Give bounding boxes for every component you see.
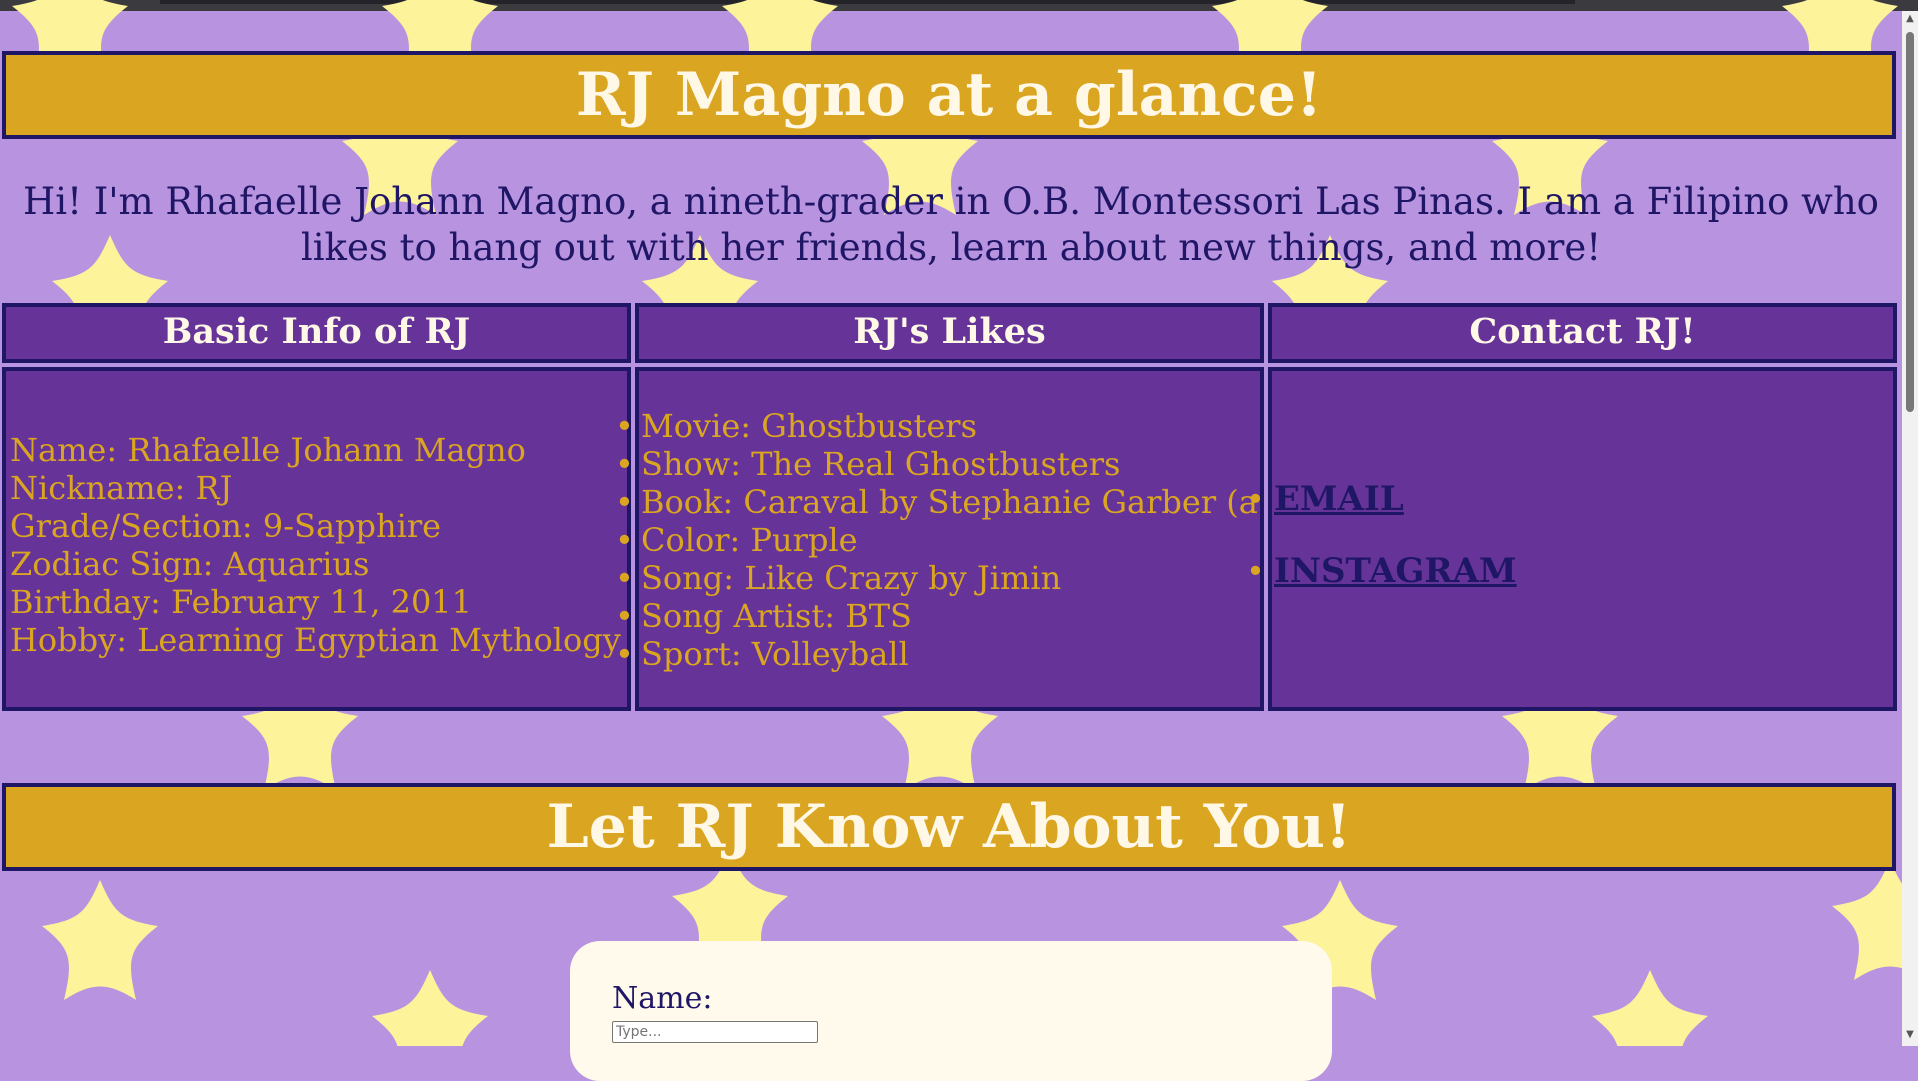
- bullet-icon: •: [1246, 552, 1265, 590]
- contact-box: • EMAIL • INSTAGRAM: [1246, 367, 1897, 711]
- like-item-sport: Sport: Volleyball: [615, 635, 1377, 673]
- page-title: RJ Magno at a glance!: [575, 60, 1323, 130]
- page-content: RJ Magno at a glance! Hi! I'm Rhafaelle …: [0, 11, 1902, 1046]
- basic-info-heading: Basic Info of RJ: [2, 303, 631, 363]
- scrollbar-thumb[interactable]: [1906, 32, 1914, 412]
- info-item-grade: Grade/Section: 9-Sapphire: [10, 507, 442, 545]
- scroll-up-arrow-icon[interactable]: ▲: [1905, 14, 1915, 24]
- bullet-icon: •: [1246, 480, 1265, 518]
- name-input[interactable]: [612, 1021, 818, 1043]
- basic-info-list: Name: Rhafaelle Johann Magno Nickname: R…: [10, 431, 621, 659]
- info-item-nickname: Nickname: RJ: [10, 469, 233, 507]
- like-item-show: Show: The Real Ghostbusters: [615, 445, 1377, 483]
- basic-info-box: Name: Rhafaelle Johann Magno Nickname: R…: [2, 367, 631, 711]
- feedback-form-card: Name:: [570, 941, 1332, 1081]
- likes-box: Movie: Ghostbusters Show: The Real Ghost…: [615, 367, 1377, 711]
- like-item-movie: Movie: Ghostbusters: [615, 407, 1377, 445]
- info-item-hobby: Hobby: Learning Egyptian Mythology: [10, 621, 621, 659]
- instagram-link[interactable]: INSTAGRAM: [1274, 551, 1517, 591]
- scroll-down-arrow-icon[interactable]: ▼: [1905, 1030, 1915, 1040]
- contact-heading: Contact RJ!: [1268, 303, 1897, 363]
- section-title-banner: Let RJ Know About You!: [2, 783, 1896, 871]
- info-item-name: Name: Rhafaelle Johann Magno: [10, 431, 526, 469]
- name-label: Name:: [612, 981, 713, 1016]
- intro-paragraph: Hi! I'm Rhafaelle Johann Magno, a nineth…: [23, 180, 1879, 269]
- info-item-birthday: Birthday: February 11, 2011: [10, 583, 473, 621]
- contact-item-instagram: • INSTAGRAM: [1246, 551, 1517, 591]
- page-title-banner: RJ Magno at a glance!: [2, 51, 1896, 139]
- email-link[interactable]: EMAIL: [1274, 479, 1404, 519]
- section-title: Let RJ Know About You!: [546, 792, 1352, 862]
- likes-heading: RJ's Likes: [635, 303, 1264, 363]
- contact-list: • EMAIL • INSTAGRAM: [1246, 479, 1517, 623]
- info-item-zodiac: Zodiac Sign: Aquarius: [10, 545, 370, 583]
- contact-item-email: • EMAIL: [1246, 479, 1517, 519]
